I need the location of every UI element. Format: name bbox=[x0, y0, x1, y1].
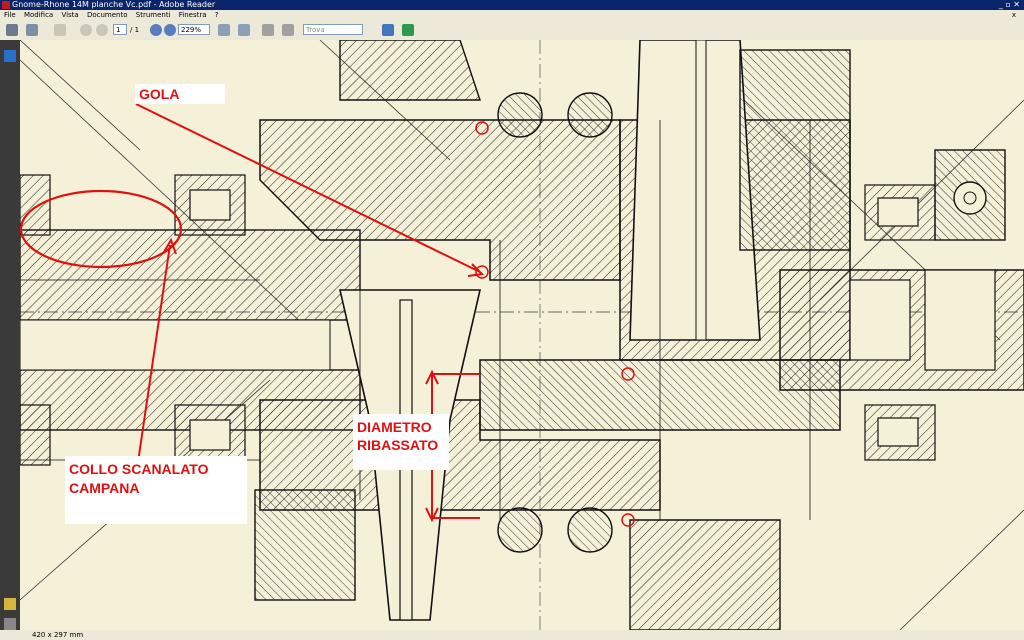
annotation-collo-line2: CAMPANA bbox=[69, 480, 140, 496]
annotation-collo-line1: COLLO SCANALATO bbox=[69, 461, 209, 477]
annotation-gola: GOLA bbox=[135, 84, 225, 104]
hand-tool-icon[interactable] bbox=[54, 24, 66, 36]
search-input[interactable]: Trova bbox=[303, 24, 363, 35]
page-total: / 1 bbox=[130, 26, 140, 34]
annotation-diametro-line2: RIBASSATO bbox=[357, 437, 439, 453]
zoom-select[interactable]: 229% bbox=[178, 24, 210, 35]
zoom-out-icon[interactable] bbox=[150, 24, 162, 36]
document-close-button[interactable]: x bbox=[1012, 10, 1016, 20]
fit-page-icon[interactable] bbox=[218, 24, 230, 36]
menu-file[interactable]: File bbox=[4, 11, 16, 19]
rotate-icon[interactable] bbox=[262, 24, 274, 36]
fit-width-icon[interactable] bbox=[238, 24, 250, 36]
menu-modifica[interactable]: Modifica bbox=[24, 11, 53, 19]
email-icon[interactable] bbox=[26, 24, 38, 36]
previous-page-icon[interactable] bbox=[80, 24, 92, 36]
status-bar: 420 x 297 mm bbox=[0, 630, 1024, 640]
collaborate-icon[interactable] bbox=[382, 24, 394, 36]
sign-icon[interactable] bbox=[402, 24, 414, 36]
annotation-collo: COLLO SCANALATO CAMPANA bbox=[65, 456, 247, 524]
zoom-in-icon[interactable] bbox=[164, 24, 176, 36]
annotation-diametro-line1: DIAMETRO bbox=[357, 419, 432, 435]
page-number-input[interactable]: 1 bbox=[113, 24, 127, 35]
adobe-reader-icon bbox=[2, 1, 10, 9]
title-bar: Gnome-Rhone 14M planche Vc.pdf - Adobe R… bbox=[0, 0, 1024, 10]
menu-strumenti[interactable]: Strumenti bbox=[136, 11, 171, 19]
document-view[interactable]: GOLA DIAMETRO RIBASSATO COLLO SCANALATO … bbox=[20, 40, 1024, 630]
select-tool-icon[interactable] bbox=[282, 24, 294, 36]
comments-icon[interactable] bbox=[4, 598, 16, 610]
page-size: 420 x 297 mm bbox=[32, 631, 84, 639]
annotation-diametro: DIAMETRO RIBASSATO bbox=[353, 414, 449, 470]
pages-icon[interactable] bbox=[4, 50, 16, 62]
next-page-icon[interactable] bbox=[96, 24, 108, 36]
navigation-panel bbox=[0, 40, 20, 630]
menu-vista[interactable]: Vista bbox=[61, 11, 78, 19]
menu-help[interactable]: ? bbox=[215, 11, 219, 19]
window-controls[interactable]: _ ▫ ✕ bbox=[999, 0, 1020, 10]
menu-documento[interactable]: Documento bbox=[87, 11, 128, 19]
technical-drawing bbox=[20, 40, 1024, 630]
toolbar: 1 / 1 229% Trova bbox=[0, 20, 1024, 41]
print-icon[interactable] bbox=[6, 24, 18, 36]
menu-finestra[interactable]: Finestra bbox=[179, 11, 207, 19]
menu-bar: File Modifica Vista Documento Strumenti … bbox=[0, 10, 1024, 20]
attachment-icon[interactable] bbox=[4, 618, 16, 630]
window-title: Gnome-Rhone 14M planche Vc.pdf - Adobe R… bbox=[12, 0, 216, 9]
